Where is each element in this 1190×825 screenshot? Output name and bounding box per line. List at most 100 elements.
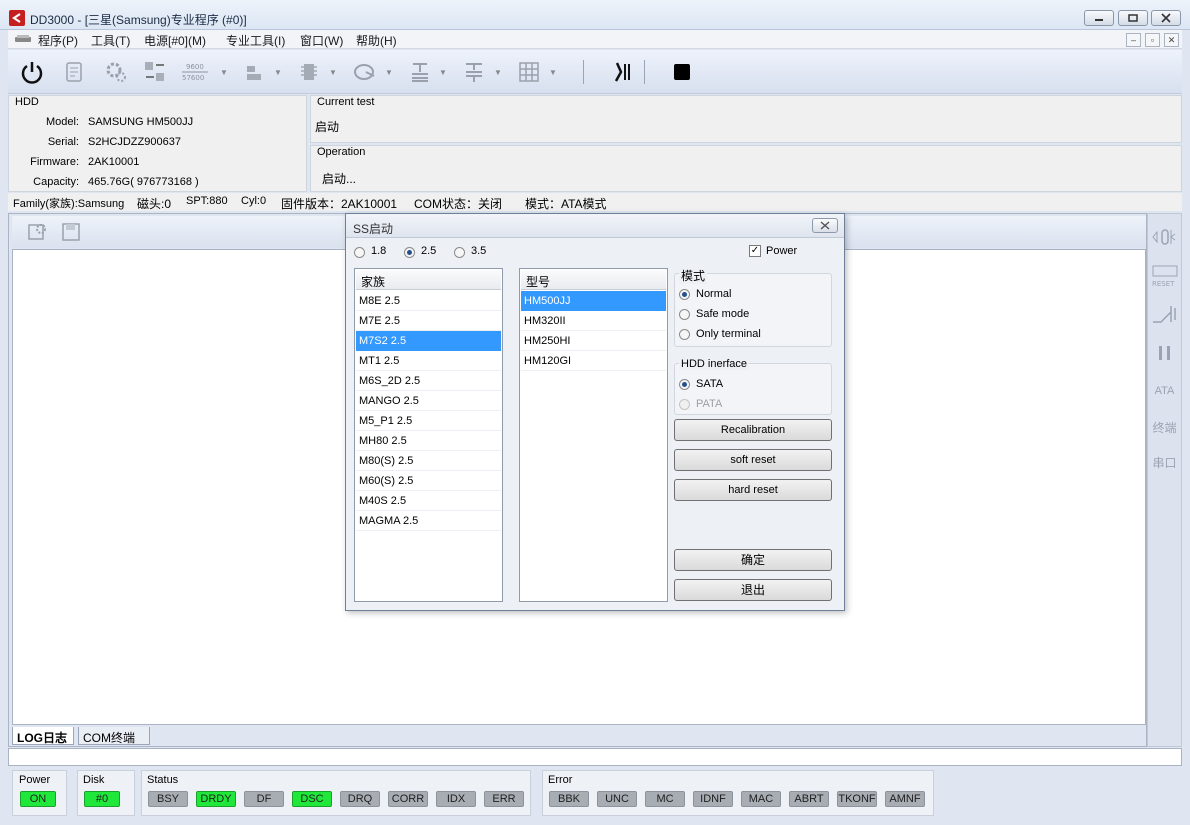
family-list-item[interactable]: M6S_2D 2.5 (356, 371, 501, 391)
log-settings-icon[interactable] (26, 221, 48, 243)
serial-value: S2HCJDZZ900637 (88, 136, 181, 148)
power-checkbox-label: Power (766, 245, 798, 257)
minimize-button[interactable] (1084, 10, 1114, 26)
family-list-item[interactable]: M40S 2.5 (356, 491, 501, 511)
family-list-item[interactable]: M80(S) 2.5 (356, 451, 501, 471)
ok-button[interactable]: 确定 (674, 549, 832, 571)
transfer-button[interactable] (141, 58, 169, 86)
menu-program[interactable]: 程序(P) (38, 32, 78, 49)
family-list-item[interactable]: M7S2 2.5 (356, 331, 501, 351)
hard-reset-button[interactable]: hard reset (674, 479, 832, 501)
family-list-item[interactable]: MANGO 2.5 (356, 391, 501, 411)
grid-button[interactable] (515, 58, 543, 86)
pause-run-button[interactable] (608, 58, 636, 86)
iface-sata-radio[interactable] (679, 379, 690, 390)
stop-button[interactable] (668, 58, 696, 86)
mode-normal-label: Normal (696, 288, 732, 300)
drive-icon (15, 35, 31, 42)
family-list-item[interactable]: MAGMA 2.5 (356, 511, 501, 531)
chip-dropdown-arrow-icon[interactable]: ▼ (329, 68, 337, 77)
menu-power[interactable]: 电源[#0](M) (144, 32, 206, 49)
family-list-item[interactable]: M7E 2.5 (356, 311, 501, 331)
baud-dropdown-arrow-icon[interactable]: ▼ (220, 68, 228, 77)
settings-button[interactable] (102, 58, 130, 86)
status-indicator-bsy: BSY (148, 791, 188, 807)
interface-legend: HDD inerface (679, 358, 750, 370)
mdi-close-button[interactable]: ✕ (1164, 33, 1179, 47)
scan-icon (412, 63, 428, 82)
reset-icon[interactable]: RESET (1150, 260, 1180, 288)
mode-safe-radio[interactable] (679, 309, 690, 320)
drive-map-dropdown-arrow-icon[interactable]: ▼ (274, 68, 282, 77)
chip-button[interactable] (295, 58, 323, 86)
disk-button[interactable] (351, 58, 379, 86)
menu-tools[interactable]: 工具(T) (91, 32, 130, 49)
ata-button[interactable]: ATA (1148, 385, 1181, 397)
baud-rate-button[interactable]: 9600 57600 (180, 58, 210, 86)
tab-log[interactable]: LOG日志 (12, 727, 74, 745)
disk-group-label: Disk (83, 774, 105, 786)
script-button[interactable] (60, 58, 88, 86)
exit-button[interactable]: 退出 (674, 579, 832, 601)
recalibration-button[interactable]: Recalibration (674, 419, 832, 441)
menu-help[interactable]: 帮助(H) (356, 32, 397, 49)
mdi-restore-button[interactable]: ▫ (1145, 33, 1160, 47)
size-3-5-radio[interactable] (454, 247, 465, 258)
tab-com-terminal[interactable]: COM终端 (78, 727, 150, 745)
mode-normal-radio[interactable] (679, 289, 690, 300)
grid-icon (519, 62, 539, 82)
scan2-button[interactable] (460, 58, 488, 86)
error-indicator-amnf: AMNF (885, 791, 925, 807)
model-list-item[interactable]: HM500JJ (521, 291, 666, 311)
family-list-item[interactable]: M5_P1 2.5 (356, 411, 501, 431)
model-list-header: 型号 (521, 270, 666, 290)
mode-safe-label: Safe mode (696, 308, 750, 320)
error-indicator-idnf: IDNF (693, 791, 733, 807)
family-list-item[interactable]: M8E 2.5 (356, 291, 501, 311)
current-test-value: 启动 (315, 120, 340, 134)
close-icon (820, 221, 830, 230)
svg-text:57600: 57600 (182, 74, 204, 82)
terminal-button[interactable]: 终端 (1148, 419, 1181, 436)
log-save-icon[interactable] (60, 221, 82, 243)
family-list-item[interactable]: MT1 2.5 (356, 351, 501, 371)
error-group-label: Error (548, 774, 573, 786)
settings-gear-icon (106, 62, 126, 82)
mode-terminal-radio[interactable] (679, 329, 690, 340)
scan-button[interactable] (406, 58, 434, 86)
family-listbox[interactable]: 家族 M8E 2.5 M7E 2.5 M7S2 2.5 MT1 2.5 M6S_2D 2… (354, 268, 503, 602)
ss-start-dialog: SS启动 1.8 2.5 3.5 ✓ Power 家族 M8E 2.5 M7E 2… (345, 213, 845, 611)
size-1-8-radio[interactable] (354, 247, 365, 258)
serial-port-button[interactable]: 串口 (1148, 454, 1181, 471)
scan2-dropdown-arrow-icon[interactable]: ▼ (494, 68, 502, 77)
model-listbox[interactable]: 型号 HM500JJ HM320II HM250HI HM120GI (519, 268, 668, 602)
app-logo-icon (9, 10, 25, 26)
close-icon (1161, 13, 1171, 23)
maximize-button[interactable] (1118, 10, 1148, 26)
grid-dropdown-arrow-icon[interactable]: ▼ (549, 68, 557, 77)
scan-dropdown-arrow-icon[interactable]: ▼ (439, 68, 447, 77)
close-button[interactable] (1151, 10, 1181, 26)
capacitor-icon[interactable] (1151, 226, 1179, 248)
family-list-item[interactable]: M60(S) 2.5 (356, 471, 501, 491)
dialog-close-button[interactable] (812, 218, 838, 233)
model-list-item[interactable]: HM320II (521, 311, 666, 331)
mdi-minimize-button[interactable]: – (1126, 33, 1141, 47)
menu-pro-tools[interactable]: 专业工具(I) (226, 32, 285, 49)
model-list-item[interactable]: HM250HI (521, 331, 666, 351)
pause-icon[interactable] (1154, 344, 1176, 362)
switch-icon[interactable] (1151, 302, 1179, 326)
firmware-value: 2AK10001 (88, 156, 140, 168)
power-checkbox[interactable]: ✓ (749, 245, 761, 257)
model-value: SAMSUNG HM500JJ (88, 116, 194, 128)
size-2-5-label: 2.5 (421, 245, 437, 257)
disk-dropdown-arrow-icon[interactable]: ▼ (385, 68, 393, 77)
size-2-5-radio[interactable] (404, 247, 415, 258)
command-input[interactable] (8, 748, 1182, 766)
soft-reset-button[interactable]: soft reset (674, 449, 832, 471)
drive-map-button[interactable] (241, 58, 269, 86)
model-list-item[interactable]: HM120GI (521, 351, 666, 371)
menu-window[interactable]: 窗口(W) (300, 32, 343, 49)
family-list-item[interactable]: MH80 2.5 (356, 431, 501, 451)
power-button[interactable] (18, 58, 46, 86)
